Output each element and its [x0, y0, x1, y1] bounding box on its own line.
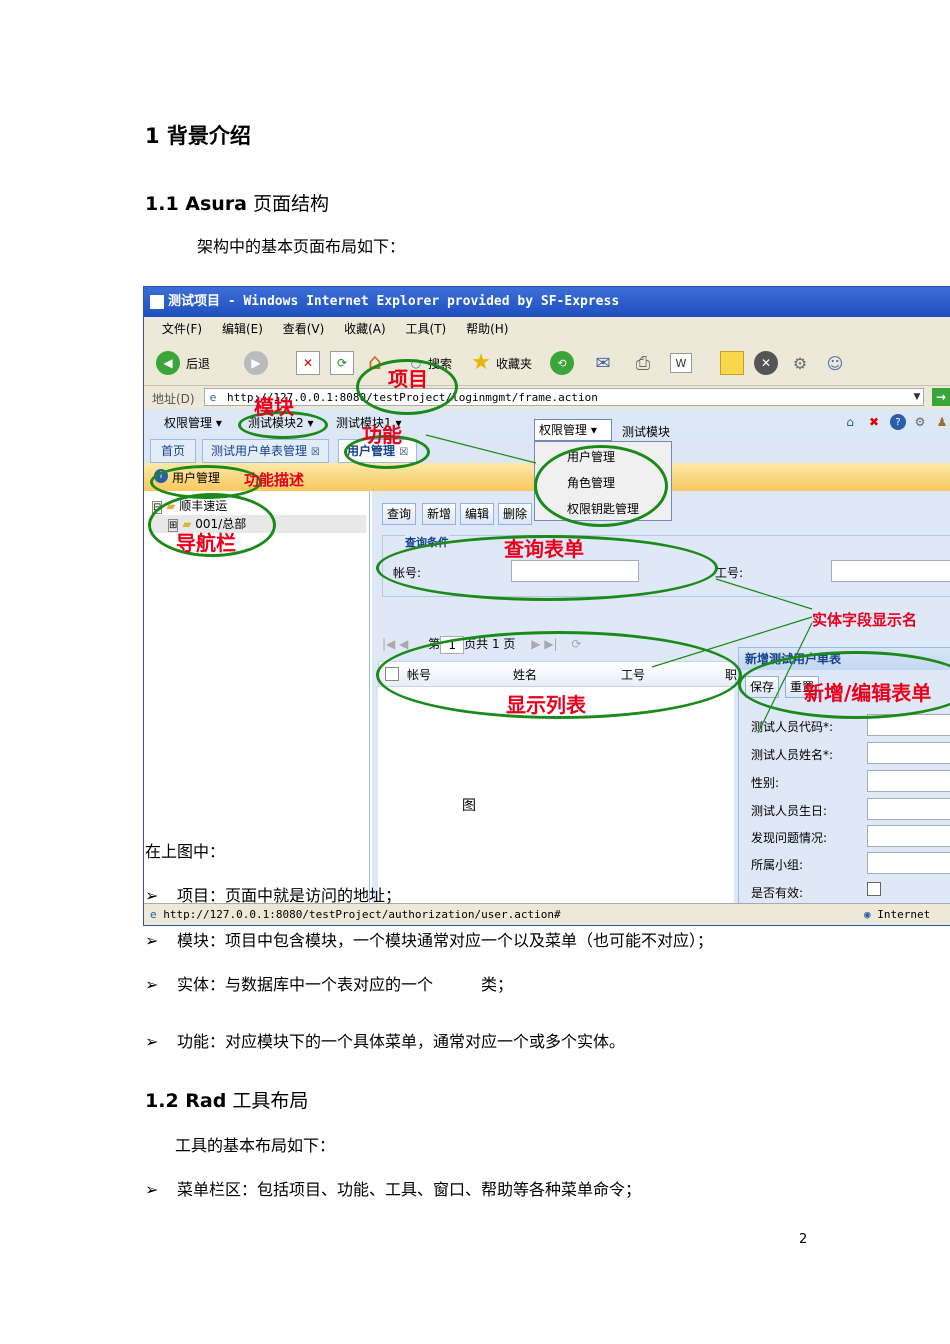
bullet-menubar-area: ➢ 菜单栏区：包括项目、功能、工具、窗口、帮助等各种菜单命令； — [145, 1180, 642, 1199]
label-display-list: 显示列表 — [506, 693, 586, 717]
section-1-1-intro: 架构中的基本页面布局如下： — [197, 237, 406, 256]
bullet-arrow-icon: ➢ — [145, 1180, 159, 1199]
annotation-lines — [425, 434, 813, 734]
label-nav: 导航栏 — [176, 531, 236, 555]
bullet-arrow-icon: ➢ — [145, 931, 159, 950]
bullet-arrow-icon: ➢ — [145, 975, 159, 994]
page-number: 2 — [799, 1232, 808, 1247]
section-1-title: 1 背景介绍 — [145, 124, 251, 148]
bullet-arrow-icon: ➢ — [145, 1032, 159, 1051]
label-project: 项目 — [388, 367, 428, 391]
label-edit-form: 新增/编辑表单 — [804, 681, 932, 705]
section-1-2-title: 1.2 Rad 工具布局 — [145, 1090, 309, 1112]
label-function-desc: 功能描述 — [244, 471, 305, 489]
bullet-function: ➢ 功能：对应模块下的一个具体菜单，通常对应一个或多个实体。 — [145, 1032, 626, 1051]
section-1-1-title: 1.1 Asura 页面结构 — [145, 193, 330, 215]
bullet-arrow-icon: ➢ — [145, 886, 159, 905]
bullet-project: ➢ 项目：页面中就是访问的地址； — [145, 886, 402, 905]
label-query-form: 查询表单 — [504, 537, 584, 561]
label-module: 模块 — [254, 395, 294, 419]
browser-screenshot: 测试项目 - Windows Internet Explorer provide… — [143, 286, 950, 926]
section-1-2-intro: 工具的基本布局如下： — [175, 1136, 336, 1155]
after-figure-text: 在上图中： — [145, 838, 226, 862]
bullet-module: ➢ 模块：项目中包含模块，一个模块通常对应一个以及菜单（也可能不对应）； — [145, 931, 714, 950]
bullet-entity: ➢ 实体：与数据库中一个表对应的一个 类； — [145, 975, 514, 994]
label-function: 功能 — [362, 423, 402, 447]
label-entity-field: 实体字段显示名 — [812, 611, 918, 629]
